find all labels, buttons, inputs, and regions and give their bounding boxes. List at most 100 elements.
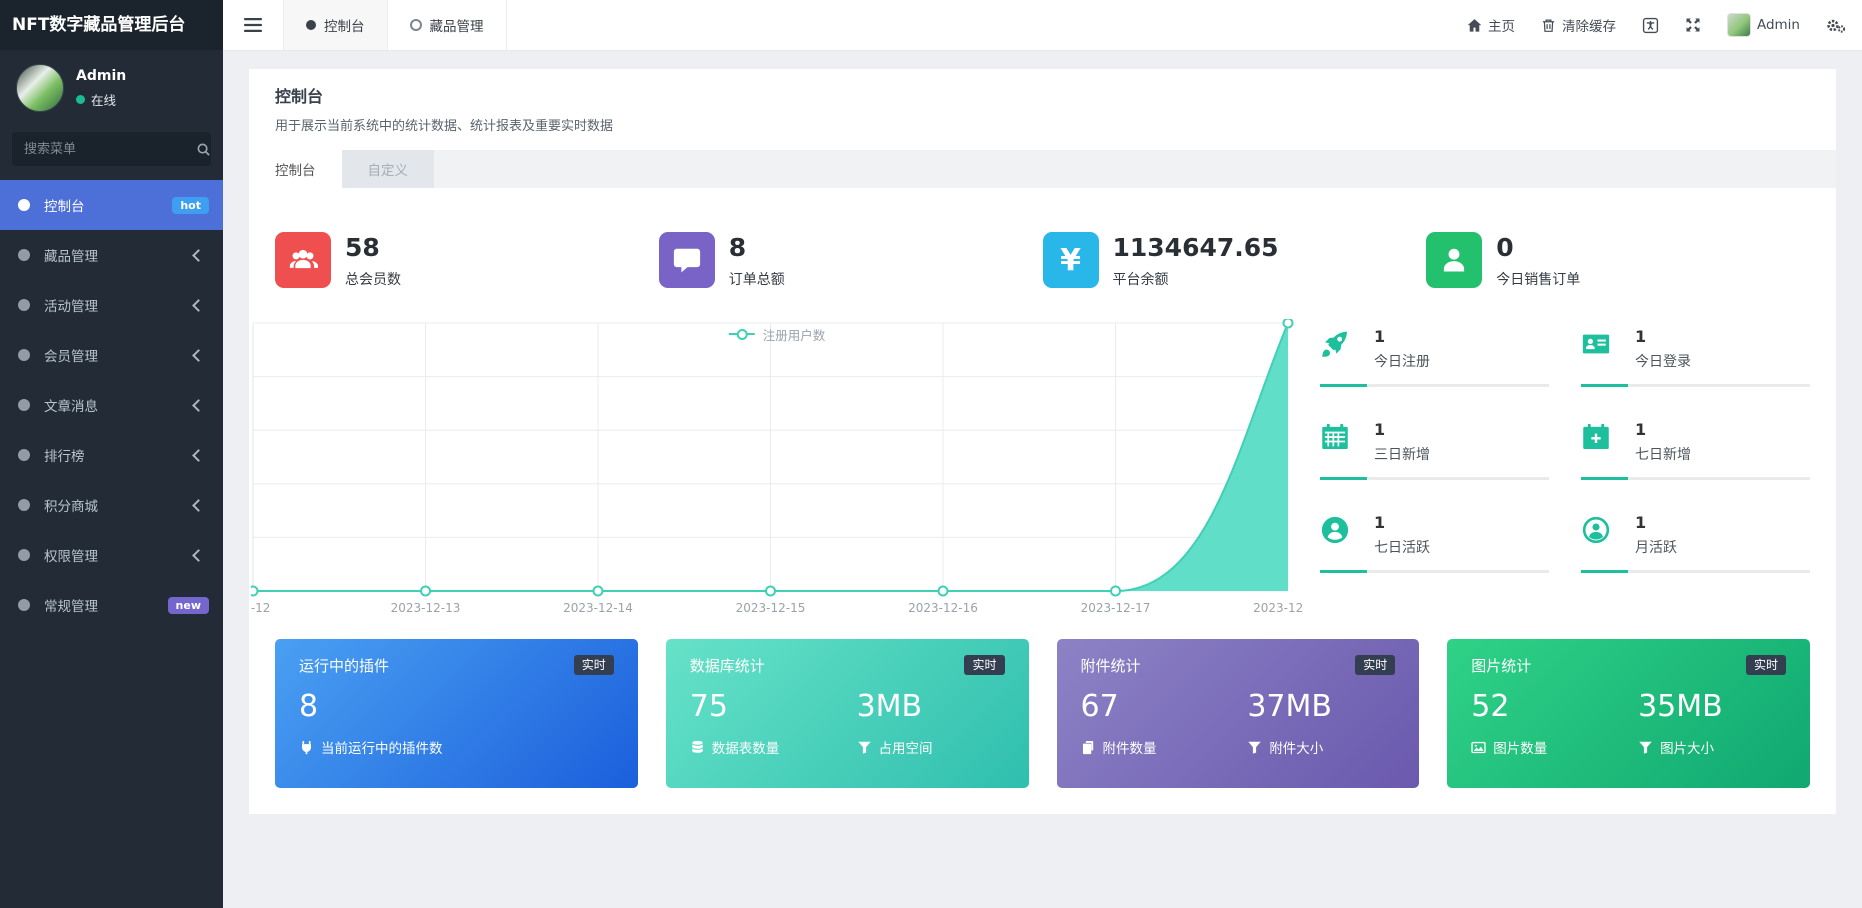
sidebar-item-member[interactable]: 会员管理 (0, 330, 223, 380)
realtime-badge: 实时 (964, 654, 1005, 676)
side-stat-value: 1 (1635, 512, 1647, 532)
app-logo: NFT数字藏品管理后台 (0, 0, 223, 50)
sidebar-item-collection[interactable]: 藏品管理 (0, 230, 223, 280)
settings-button[interactable] (1826, 17, 1846, 34)
x-axis-tick: 2023-12-15 (735, 600, 806, 615)
stat-card-1: 8 订单总额 (658, 232, 1043, 289)
user-avatar (16, 64, 64, 112)
stat-label: 总会员数 (345, 271, 401, 288)
menu-search-input[interactable] (22, 140, 196, 158)
stat-cards-row: 58 总会员数 8 订单总额 ¥1134647.65 平台余额 0 今日销售订单 (275, 232, 1810, 289)
card-primary-label: 图片数量 (1493, 741, 1548, 757)
card-secondary-caption: 附件大小 (1247, 737, 1323, 757)
card-primary-value: 8 (299, 688, 319, 724)
page-tab-dashboard[interactable]: 控制台 (249, 150, 342, 188)
main-area: 控制台 藏品管理 主页 清除缓存 Admin 控制台 用于展示当前系统中的统计数… (223, 0, 1862, 908)
stat-value: 8 (728, 233, 747, 262)
circle-icon (18, 499, 30, 511)
card-secondary-value: 3MB (856, 688, 923, 724)
sidebar-item-ranking[interactable]: 排行榜 (0, 430, 223, 480)
card-secondary-label: 图片大小 (1660, 741, 1715, 757)
sidebar-item-label: 排行榜 (44, 449, 85, 465)
sidebar-item-label: 藏品管理 (44, 249, 98, 265)
summary-card-images: 图片统计 实时 52 35MB 图片数量 图片大小 (1447, 638, 1810, 788)
side-stat-label: 今日登录 (1635, 353, 1691, 370)
yen-icon: ¥ (1060, 242, 1081, 278)
card-primary-label: 当前运行中的插件数 (321, 741, 443, 757)
rocket-icon (1320, 329, 1350, 359)
topbar-tab-label: 藏品管理 (429, 19, 484, 35)
registered-users-chart[interactable]: 注册用户数 12-12 2023-12-13 2023-12-14 2023-12-1… (251, 318, 1303, 619)
side-stats-grid: 1 今日注册 1 今日登录 1 三日新增 1 七日新增 1 七日活跃 1 月活跃 (1320, 327, 1810, 606)
fullscreen-icon (1685, 17, 1701, 33)
user-status-label: 在线 (91, 92, 117, 108)
chevron-left-icon (192, 448, 205, 462)
user-solid-icon (1320, 515, 1350, 545)
image-icon (1471, 740, 1486, 755)
card-secondary-label: 占用空间 (878, 741, 933, 757)
chevron-left-icon (192, 248, 205, 262)
page-header: 控制台 用于展示当前系统中的统计数据、统计报表及重要实时数据 (249, 69, 1836, 150)
chart-canvas[interactable] (251, 318, 1303, 619)
side-stat-label: 七日活跃 (1374, 539, 1430, 556)
sidebar-item-article[interactable]: 文章消息 (0, 380, 223, 430)
sidebar-item-general[interactable]: 常规管理 new (0, 580, 223, 630)
fullscreen-button[interactable] (1685, 17, 1701, 33)
hollow-dot-icon (409, 19, 422, 31)
sidebar-item-activity[interactable]: 活动管理 (0, 280, 223, 330)
stat-icon-box (658, 232, 715, 288)
topbar-tab-dashboard[interactable]: 控制台 (283, 0, 388, 50)
card-title: 运行中的插件 (299, 656, 390, 675)
search-icon[interactable] (196, 142, 211, 157)
sidebar-item-label: 积分商城 (44, 499, 98, 515)
page-tab-label: 控制台 (275, 163, 316, 179)
stat-icon-box (1426, 232, 1483, 288)
sidebar-item-points-mall[interactable]: 积分商城 (0, 480, 223, 530)
topbar-avatar (1726, 13, 1751, 37)
chart-legend[interactable]: 注册用户数 (728, 325, 826, 344)
translate-button[interactable] (1642, 17, 1659, 34)
chart-row: 注册用户数 12-12 2023-12-13 2023-12-14 2023-12-1… (251, 318, 1810, 619)
card-secondary-value: 37MB (1247, 688, 1332, 724)
x-axis-tick: 2023-12-18 (1253, 600, 1303, 615)
topbar-tab-collection[interactable]: 藏品管理 (388, 0, 507, 50)
card-primary-caption: 当前运行中的插件数 (299, 737, 466, 757)
clear-cache-button[interactable]: 清除缓存 (1541, 15, 1616, 35)
user-panel: Admin 在线 (0, 50, 223, 122)
card-primary-caption: 附件数量 (1081, 737, 1248, 757)
page-tab-custom[interactable]: 自定义 (341, 150, 434, 188)
circle-icon (18, 599, 30, 611)
legend-label: 注册用户数 (762, 327, 826, 343)
summary-card-attachments: 附件统计 实时 67 37MB 附件数量 附件大小 (1056, 638, 1420, 788)
sidebar-item-label: 活动管理 (44, 299, 98, 315)
menu-search[interactable] (12, 132, 211, 166)
topbar-actions: 主页 清除缓存 Admin (1467, 0, 1862, 50)
realtime-badge: 实时 (1745, 654, 1786, 676)
card-secondary-caption: 占用空间 (857, 737, 933, 757)
stat-value: 1134647.65 (1112, 233, 1279, 262)
stat-card-3: 0 今日销售订单 (1426, 232, 1810, 289)
sidebar-item-dashboard[interactable]: 控制台 hot (0, 180, 223, 230)
calendar-plus-icon (1581, 422, 1611, 452)
user-status: 在线 (76, 90, 126, 109)
topbar-user-label: Admin (1756, 17, 1800, 33)
card-primary-caption: 数据表数量 (690, 737, 857, 757)
summary-card-plugins: 运行中的插件 实时 8 当前运行中的插件数 (275, 638, 638, 788)
divider (1581, 476, 1810, 480)
divider (1320, 383, 1549, 387)
user-icon (1439, 245, 1469, 275)
topbar: 控制台 藏品管理 主页 清除缓存 Admin (223, 0, 1862, 51)
side-stat-today-register: 1 今日注册 (1320, 327, 1549, 420)
gears-icon (1826, 17, 1846, 34)
x-axis-labels: 12-12 2023-12-13 2023-12-14 2023-12-15 2023-… (251, 601, 1303, 619)
sidebar-item-permission[interactable]: 权限管理 (0, 530, 223, 580)
funnel-icon (857, 740, 872, 755)
home-button[interactable]: 主页 (1467, 15, 1515, 35)
stat-label: 平台余额 (1112, 271, 1169, 288)
user-menu[interactable]: Admin (1726, 13, 1800, 37)
x-axis-tick: 2023-12-14 (563, 600, 633, 615)
x-axis-tick: 2023-12-13 (390, 600, 461, 615)
card-primary-value: 75 (689, 688, 728, 724)
circle-icon (18, 199, 30, 211)
hamburger-menu-icon[interactable] (223, 0, 283, 50)
